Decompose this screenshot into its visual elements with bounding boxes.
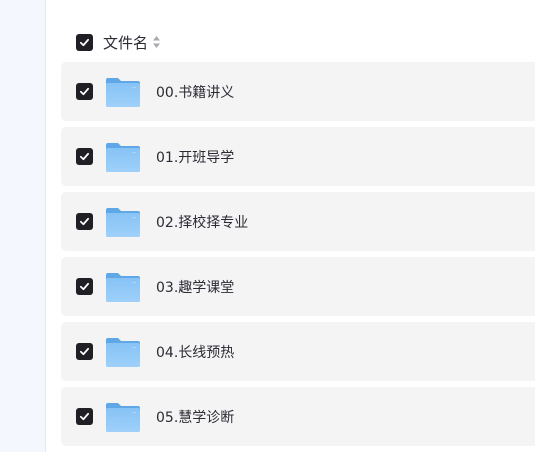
file-row[interactable]: 05.慧学诊断: [61, 387, 535, 446]
file-row-checkbox[interactable]: [76, 213, 93, 230]
select-all-checkbox[interactable]: [76, 33, 93, 51]
file-row-checkbox[interactable]: [76, 343, 93, 360]
file-row[interactable]: 01.开班导学: [61, 127, 535, 186]
file-row-checkbox[interactable]: [76, 148, 93, 165]
file-row-checkbox[interactable]: [76, 83, 93, 100]
file-row-checkbox[interactable]: [76, 408, 93, 425]
file-row-name[interactable]: 00.书籍讲义: [156, 82, 234, 102]
folder-icon: [105, 271, 141, 303]
check-icon: [79, 217, 90, 226]
check-icon: [79, 282, 90, 291]
check-icon: [79, 412, 90, 421]
file-row-name[interactable]: 01.开班导学: [156, 147, 234, 167]
folder-icon: [105, 336, 141, 368]
check-icon: [79, 152, 90, 161]
file-row[interactable]: 02.择校择专业: [61, 192, 535, 251]
column-header-filename[interactable]: 文件名: [103, 32, 148, 53]
file-row-checkbox[interactable]: [76, 278, 93, 295]
folder-icon: [105, 206, 141, 238]
file-row[interactable]: 03.趣学课堂: [61, 257, 535, 316]
left-sidebar-rail: [0, 0, 46, 452]
file-row-name[interactable]: 05.慧学诊断: [156, 407, 234, 427]
folder-icon: [105, 141, 141, 173]
file-row[interactable]: 04.长线预热: [61, 322, 535, 381]
check-icon: [79, 87, 90, 96]
file-list-header: 文件名: [76, 32, 161, 53]
sort-arrows-icon[interactable]: [152, 35, 161, 49]
file-row-name[interactable]: 03.趣学课堂: [156, 277, 234, 297]
file-row-name[interactable]: 02.择校择专业: [156, 212, 248, 232]
folder-icon: [105, 401, 141, 433]
file-row-name[interactable]: 04.长线预热: [156, 342, 234, 362]
check-icon: [79, 38, 90, 46]
check-icon: [79, 347, 90, 356]
file-list: 文件名 00.书籍讲义 01.开班导学 02.择校择专业 03.趣学课堂 04.…: [46, 0, 535, 452]
file-row[interactable]: 00.书籍讲义: [61, 62, 535, 121]
folder-icon: [105, 76, 141, 108]
